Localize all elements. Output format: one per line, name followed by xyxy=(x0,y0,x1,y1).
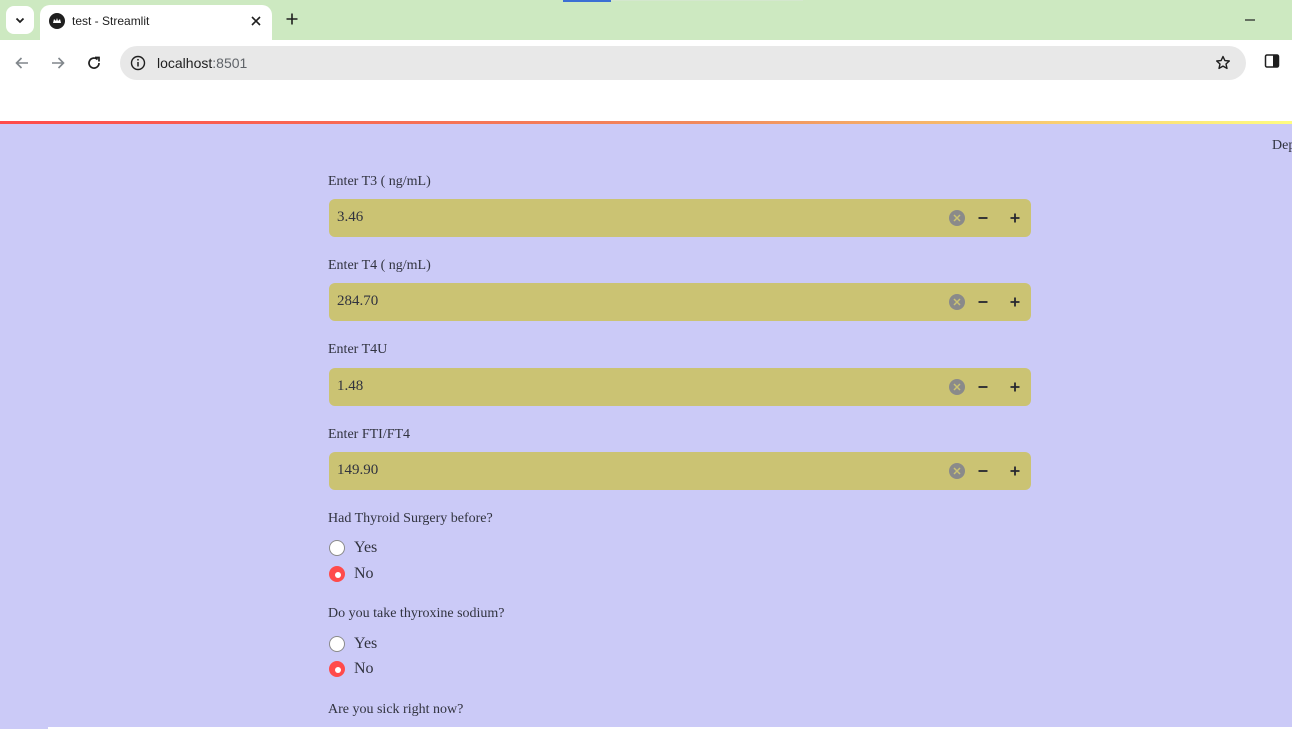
radio-button-selected[interactable] xyxy=(329,566,345,582)
back-button[interactable] xyxy=(10,51,34,75)
t4u-value[interactable]: 1.48 xyxy=(337,378,363,395)
minimize-icon xyxy=(1245,19,1255,21)
t4-clear-button[interactable] xyxy=(949,294,965,310)
radio-option-label: Yes xyxy=(354,635,378,652)
browser-tab[interactable]: test - Streamlit xyxy=(40,5,272,40)
surgery-option-yes[interactable]: Yes xyxy=(329,538,377,558)
minus-icon xyxy=(978,301,988,303)
app-header xyxy=(0,86,1292,121)
new-tab-button[interactable] xyxy=(282,9,302,29)
app-content: Dep Enter T3 ( ng/mL) 3.46 Enter T4 ( ng… xyxy=(0,124,1292,729)
site-info-button[interactable] xyxy=(129,54,147,72)
t4u-label: Enter T4U xyxy=(328,342,388,357)
forward-arrow-icon xyxy=(52,57,65,69)
back-arrow-icon xyxy=(15,57,28,69)
t4u-clear-button[interactable] xyxy=(949,379,965,395)
minus-icon xyxy=(978,386,988,388)
side-panel-button[interactable] xyxy=(1263,52,1281,70)
streamlit-favicon xyxy=(49,13,65,29)
close-tab-button[interactable] xyxy=(248,13,264,29)
minimize-window-button[interactable] xyxy=(1240,10,1260,30)
chevron-down-icon xyxy=(15,17,25,24)
t3-decrement-button[interactable] xyxy=(971,204,995,232)
url-host: localhost xyxy=(157,55,213,71)
side-panel-icon xyxy=(1264,54,1280,68)
reload-button[interactable] xyxy=(82,51,106,75)
tab-strip-line xyxy=(611,0,803,1)
clear-icon xyxy=(953,467,961,475)
radio-button-selected[interactable] xyxy=(329,661,345,677)
deploy-button[interactable]: Dep xyxy=(1272,138,1292,154)
fti-decrement-button[interactable] xyxy=(971,457,995,485)
clear-icon xyxy=(953,298,961,306)
plus-icon xyxy=(286,13,298,25)
thyroxine-option-yes[interactable]: Yes xyxy=(329,634,377,654)
t4u-decrement-button[interactable] xyxy=(971,373,995,401)
surgery-option-no[interactable]: No xyxy=(329,564,374,584)
t4-label: Enter T4 ( ng/mL) xyxy=(328,258,431,273)
browser-tab-bar: test - Streamlit xyxy=(0,0,1292,40)
t4-increment-button[interactable] xyxy=(1003,288,1027,316)
star-icon xyxy=(1216,55,1230,70)
radio-option-label: No xyxy=(354,565,374,582)
tab-search-button[interactable] xyxy=(6,6,34,34)
tab-title: test - Streamlit xyxy=(72,14,150,28)
forward-button[interactable] xyxy=(46,51,70,75)
clear-icon xyxy=(953,383,961,391)
url-text: localhost:8501 xyxy=(157,55,247,71)
url-port: :8501 xyxy=(212,55,248,71)
close-icon xyxy=(251,16,261,26)
thyroxine-option-no[interactable]: No xyxy=(329,659,374,679)
fti-increment-button[interactable] xyxy=(1003,457,1027,485)
bookmark-button[interactable] xyxy=(1214,54,1232,72)
tab-strip-indicator xyxy=(563,0,611,2)
browser-toolbar: localhost:8501 xyxy=(0,40,1292,86)
t3-clear-button[interactable] xyxy=(949,210,965,226)
minus-icon xyxy=(978,217,988,219)
t4u-number-input[interactable]: 1.48 xyxy=(329,368,1031,406)
plus-icon xyxy=(1010,466,1020,476)
fti-value[interactable]: 149.90 xyxy=(337,462,378,479)
radio-button[interactable] xyxy=(329,540,345,556)
sick-question: Are you sick right now? xyxy=(328,702,464,717)
surgery-question: Had Thyroid Surgery before? xyxy=(328,511,493,526)
fti-label: Enter FTI/FT4 xyxy=(328,427,411,442)
reload-icon xyxy=(88,56,100,69)
radio-option-label: No xyxy=(354,660,374,677)
clear-icon xyxy=(953,214,961,222)
info-icon xyxy=(130,55,146,71)
t3-increment-button[interactable] xyxy=(1003,204,1027,232)
t4-number-input[interactable]: 284.70 xyxy=(329,283,1031,321)
t4-decrement-button[interactable] xyxy=(971,288,995,316)
t4-value[interactable]: 284.70 xyxy=(337,293,378,310)
t3-number-input[interactable]: 3.46 xyxy=(329,199,1031,237)
radio-option-label: Yes xyxy=(354,539,378,556)
fti-number-input[interactable]: 149.90 xyxy=(329,452,1031,490)
address-bar[interactable]: localhost:8501 xyxy=(120,46,1246,80)
plus-icon xyxy=(1010,297,1020,307)
thyroxine-question: Do you take thyroxine sodium? xyxy=(328,606,505,621)
t4u-increment-button[interactable] xyxy=(1003,373,1027,401)
plus-icon xyxy=(1010,213,1020,223)
fti-clear-button[interactable] xyxy=(949,463,965,479)
plus-icon xyxy=(1010,382,1020,392)
minus-icon xyxy=(978,470,988,472)
radio-button[interactable] xyxy=(329,636,345,652)
t3-value[interactable]: 3.46 xyxy=(337,209,363,226)
t3-label: Enter T3 ( ng/mL) xyxy=(328,174,431,189)
